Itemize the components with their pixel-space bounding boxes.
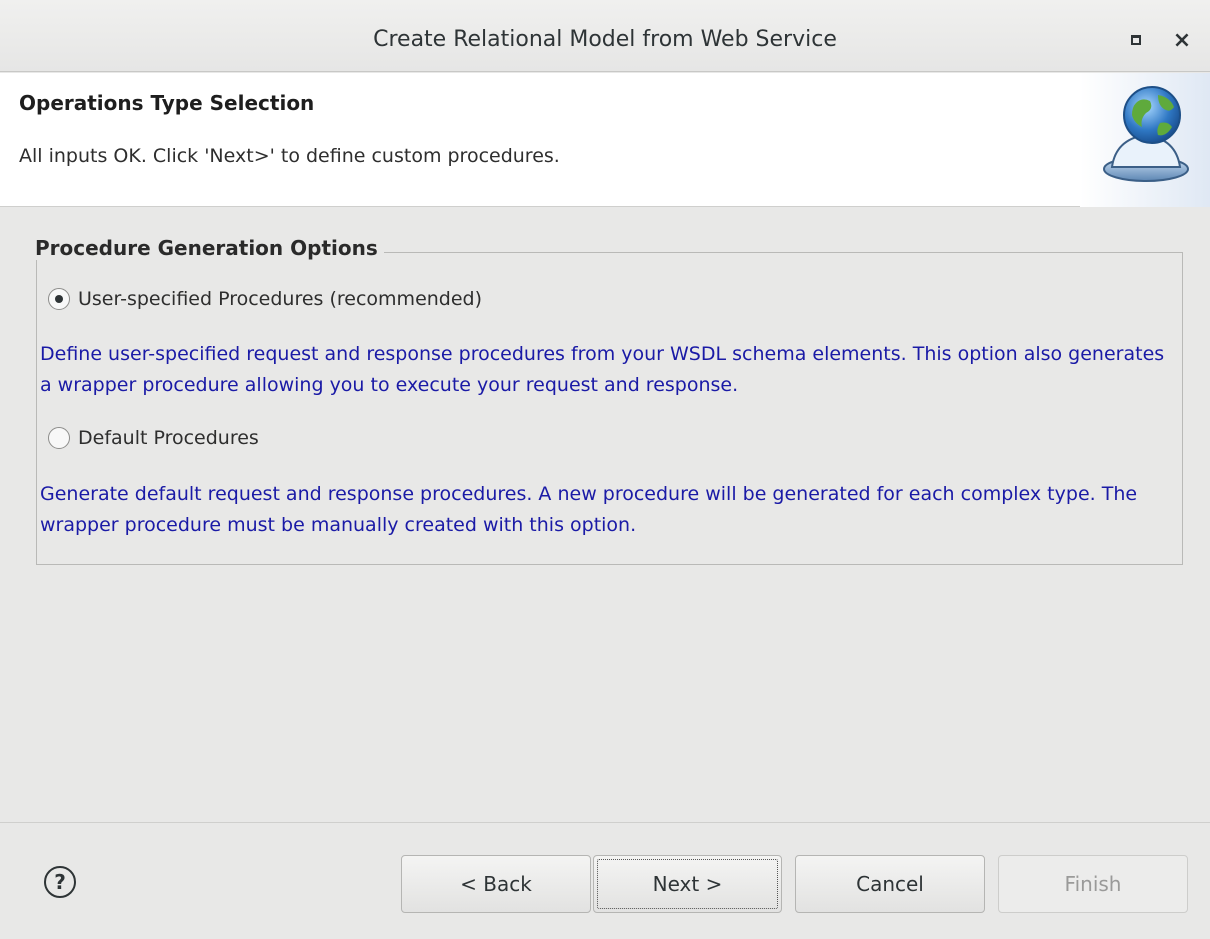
default-procedures-option[interactable]: Default Procedures [48,427,259,449]
back-button[interactable]: < Back [401,855,591,913]
maximize-icon [1131,35,1141,45]
focus-indicator [597,859,778,909]
page-title: Operations Type Selection [19,91,315,115]
globe-service-bell-icon [1080,73,1210,207]
radio-selected-icon[interactable] [48,288,70,310]
maximize-button[interactable] [1120,24,1152,56]
close-button[interactable]: × [1166,24,1198,56]
title-bar[interactable]: Create Relational Model from Web Service… [0,0,1210,72]
option-label: User-specified Procedures (recommended) [78,288,483,310]
finish-button[interactable]: Finish [998,855,1188,913]
page-message: All inputs OK. Click 'Next>' to define c… [19,145,560,167]
footer-separator [0,822,1210,823]
next-button[interactable]: Next > [593,855,782,913]
option-description: Define user-specified request and respon… [40,343,1165,396]
dialog-window: Create Relational Model from Web Service… [0,0,1210,939]
help-icon[interactable]: ? [44,866,76,898]
radio-unselected-icon[interactable] [48,427,70,449]
option-description: Generate default request and response pr… [40,483,1138,536]
option-label: Default Procedures [78,427,259,449]
group-legend: Procedure Generation Options [35,236,384,260]
cancel-button[interactable]: Cancel [795,855,985,913]
user-specified-procedures-option[interactable]: User-specified Procedures (recommended) [48,288,482,310]
window-title: Create Relational Model from Web Service [373,27,837,52]
wizard-header: Operations Type Selection All inputs OK.… [0,73,1210,207]
